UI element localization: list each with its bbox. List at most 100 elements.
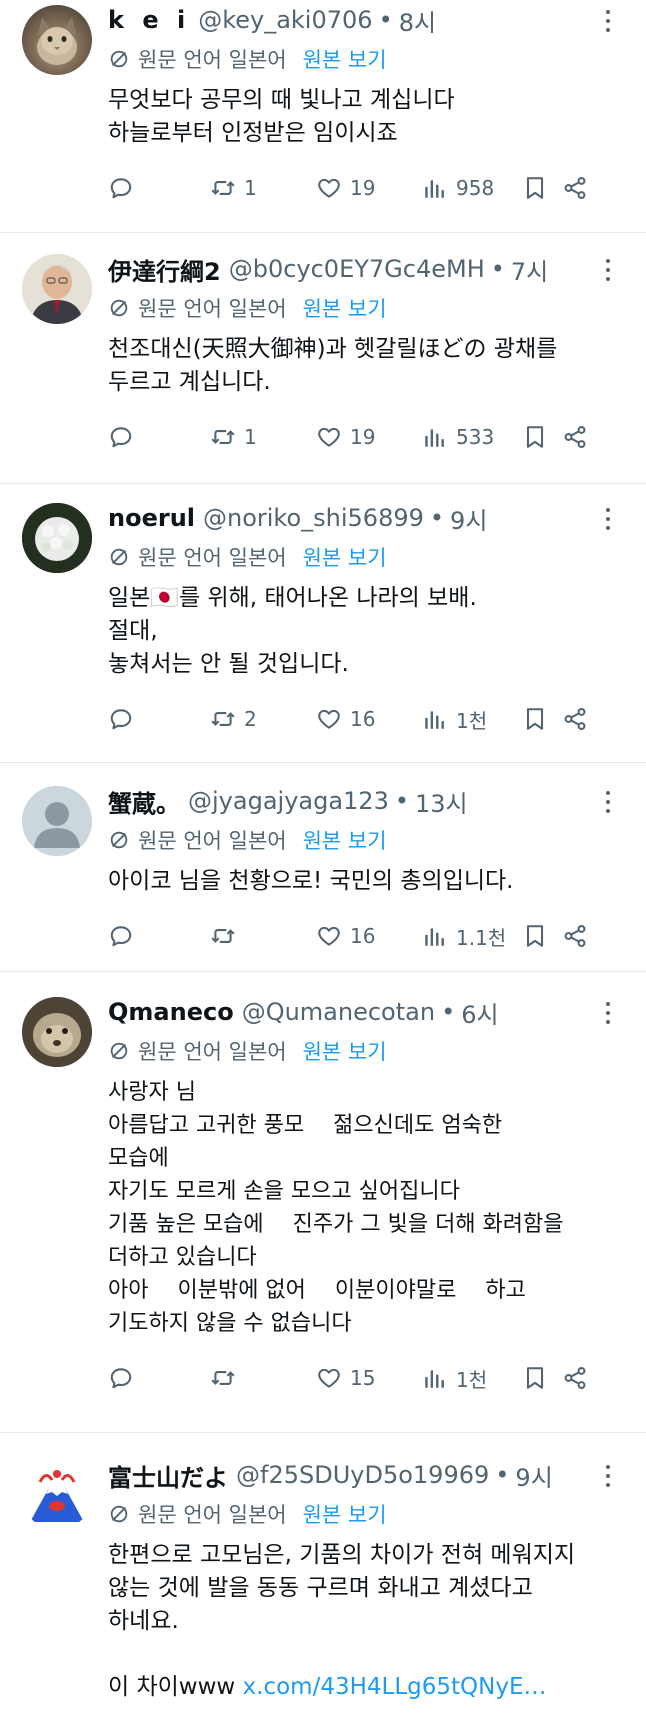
avatar[interactable] (22, 503, 92, 573)
view-count: 1천 (456, 1367, 488, 1392)
share-button[interactable] (562, 1365, 592, 1391)
show-original-link[interactable]: 원본 보기 (303, 542, 387, 572)
more-icon[interactable] (606, 508, 612, 535)
avatar[interactable] (22, 997, 92, 1067)
author-handle[interactable]: @key_aki0706 (198, 6, 372, 34)
bookmark-button[interactable] (522, 1365, 562, 1391)
like-count: 16 (350, 924, 376, 948)
like-button[interactable]: 19 (316, 424, 422, 450)
author-handle[interactable]: @Qumanecotan (242, 998, 435, 1026)
post-time[interactable]: 9시 (515, 1458, 552, 1493)
bookmark-button[interactable] (522, 175, 562, 201)
post-time[interactable]: 13시 (415, 784, 468, 819)
views-icon (422, 424, 448, 450)
show-original-link[interactable]: 원본 보기 (303, 44, 387, 74)
like-button[interactable]: 19 (316, 175, 422, 201)
post-time[interactable]: 6시 (461, 995, 498, 1030)
author-name[interactable]: Qmaneco (108, 998, 234, 1026)
share-icon (562, 175, 588, 201)
translation-label: 원문 언어 일본어 (138, 546, 287, 570)
view-count: 1천 (456, 708, 488, 733)
views-button[interactable]: 958 (422, 175, 522, 201)
retweet-icon (210, 424, 236, 450)
reply-icon (108, 424, 134, 450)
author-handle[interactable]: @f25SDUyD5o19969 (236, 1461, 489, 1489)
reply-button[interactable] (108, 424, 210, 450)
show-original-link[interactable]: 원본 보기 (303, 293, 387, 323)
reply-button[interactable] (108, 706, 210, 732)
translation-notice: 원문 언어 일본어 원본 보기 (108, 1034, 626, 1068)
author-name[interactable]: 蟹蔵。 (108, 784, 180, 819)
retweet-icon (210, 175, 236, 201)
bookmark-button[interactable] (522, 706, 562, 732)
author-name[interactable]: noerul (108, 504, 195, 532)
translation-label: 원문 언어 일본어 (138, 1040, 287, 1064)
avatar[interactable] (22, 1460, 92, 1530)
more-icon[interactable] (606, 1002, 612, 1029)
like-button[interactable]: 16 (316, 923, 422, 949)
translation-label: 원문 언어 일본어 (138, 297, 287, 321)
show-original-link[interactable]: 원본 보기 (303, 1036, 387, 1066)
views-button[interactable]: 1.1천 (422, 922, 522, 951)
post-link[interactable]: x.com/43H4LLg65tQNyE… (243, 1674, 547, 1700)
post[interactable]: 富士山だよ @f25SDUyD5o19969 • 9시 원문 언어 일본어 원본… (0, 1433, 646, 1719)
bookmark-button[interactable] (522, 923, 562, 949)
reply-button[interactable] (108, 923, 210, 949)
share-button[interactable] (562, 706, 592, 732)
post[interactable]: noerul @noriko_shi56899 • 9시 원문 언어 일본어 원… (0, 484, 646, 763)
like-button[interactable]: 15 (316, 1365, 422, 1391)
bookmark-button[interactable] (522, 424, 562, 450)
post-time[interactable]: 9시 (450, 501, 487, 536)
views-button[interactable]: 533 (422, 424, 522, 450)
like-icon (316, 923, 342, 949)
action-bar: 15 1천 (108, 1358, 626, 1398)
retweet-icon (210, 923, 236, 949)
separator-dot: • (490, 255, 505, 283)
more-icon[interactable] (606, 10, 612, 37)
translation-notice: 원문 언어 일본어 원본 보기 (108, 823, 626, 857)
retweet-count: 1 (244, 176, 257, 200)
like-count: 19 (350, 425, 376, 449)
bookmark-icon (522, 1365, 548, 1391)
retweet-button[interactable]: 1 (210, 175, 316, 201)
share-button[interactable] (562, 923, 592, 949)
avatar[interactable] (22, 254, 92, 324)
more-icon[interactable] (606, 791, 612, 818)
author-name[interactable]: 伊達行綱2 (108, 252, 221, 287)
retweet-button[interactable] (210, 1365, 316, 1391)
post-text-start: 일본 (108, 585, 151, 611)
author-handle[interactable]: @jyagajyaga123 (188, 787, 389, 815)
like-button[interactable]: 16 (316, 706, 422, 732)
post-text: 사랑자 님 아름답고 고귀한 풍모 젊으신데도 엄숙한 모습에 자기도 모르게 … (108, 1080, 564, 1336)
more-icon[interactable] (606, 259, 612, 286)
retweet-button[interactable]: 2 (210, 706, 316, 732)
show-original-link[interactable]: 원본 보기 (303, 825, 387, 855)
post-time[interactable]: 8시 (399, 3, 436, 38)
reply-button[interactable] (108, 175, 210, 201)
author-name[interactable]: 富士山だよ (108, 1458, 228, 1493)
share-button[interactable] (562, 424, 592, 450)
views-button[interactable]: 1천 (422, 705, 522, 734)
post[interactable]: k e i @key_aki0706 • 8시 원문 언어 일본어 원본 보기 … (0, 0, 646, 233)
author-name[interactable]: k e i (108, 6, 190, 34)
reply-button[interactable] (108, 1365, 210, 1391)
avatar[interactable] (22, 786, 92, 856)
like-icon (316, 424, 342, 450)
show-original-link[interactable]: 원본 보기 (303, 1499, 387, 1529)
author-handle[interactable]: @noriko_shi56899 (203, 504, 424, 532)
author-handle[interactable]: @b0cyc0EY7Gc4eMH (229, 255, 485, 283)
post[interactable]: 伊達行綱2 @b0cyc0EY7Gc4eMH • 7시 원문 언어 일본어 원본… (0, 233, 646, 484)
post-time[interactable]: 7시 (511, 252, 548, 287)
retweet-button[interactable] (210, 923, 316, 949)
avatar[interactable] (22, 5, 92, 75)
post[interactable]: Qmaneco @Qumanecotan • 6시 원문 언어 일본어 원본 보… (0, 972, 646, 1433)
views-button[interactable]: 1천 (422, 1364, 522, 1393)
more-icon[interactable] (606, 1465, 612, 1492)
separator-dot: • (441, 998, 456, 1026)
views-icon (422, 706, 448, 732)
post[interactable]: 蟹蔵。 @jyagajyaga123 • 13시 원문 언어 일본어 원본 보기… (0, 763, 646, 972)
share-button[interactable] (562, 175, 592, 201)
retweet-button[interactable]: 1 (210, 424, 316, 450)
translation-notice: 원문 언어 일본어 원본 보기 (108, 1497, 626, 1531)
default-avatar-image (22, 786, 92, 856)
